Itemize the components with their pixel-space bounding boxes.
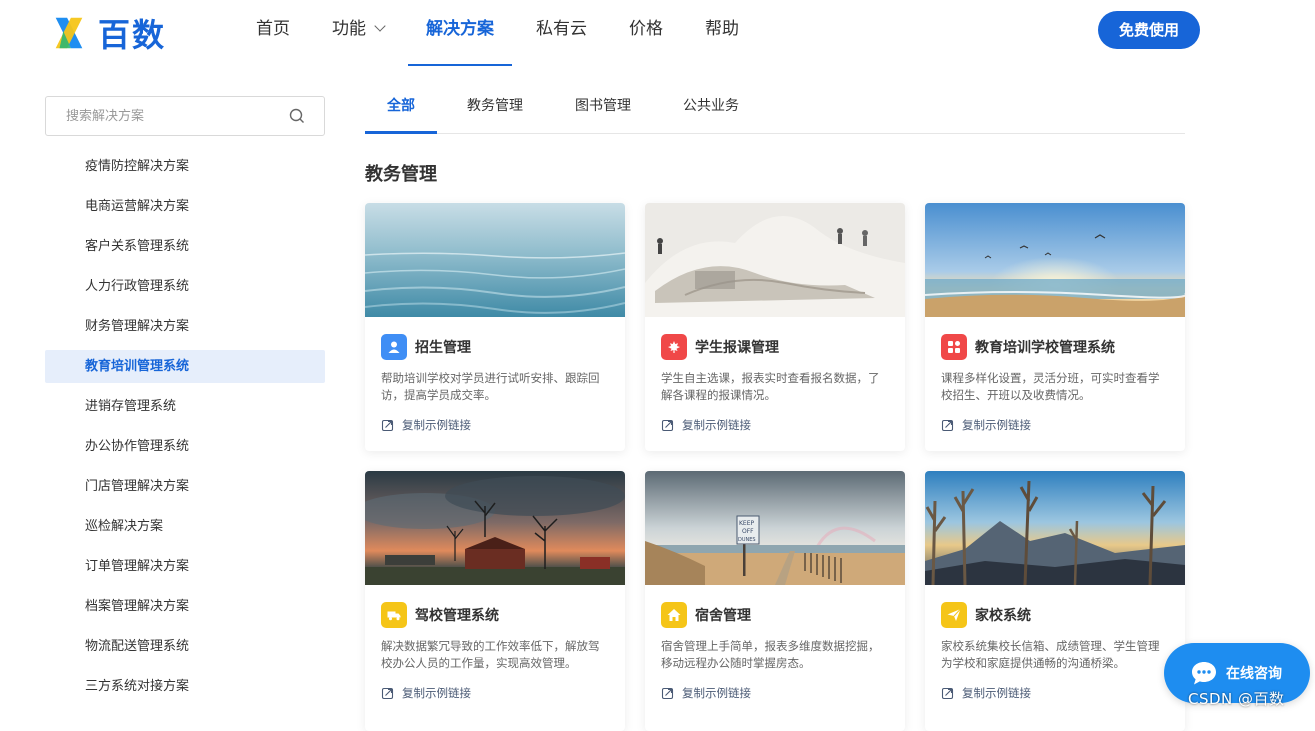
solution-list: 疫情防控解决方案 电商运营解决方案 客户关系管理系统 人力行政管理系统 财务管理… <box>45 150 325 710</box>
copy-link-icon <box>941 419 954 432</box>
card-image <box>365 203 625 317</box>
copy-link-label: 复制示例链接 <box>682 686 751 700</box>
nav-features[interactable]: 功能 <box>314 0 402 66</box>
sidebar-item[interactable]: 人力行政管理系统 <box>45 270 325 303</box>
watermark: CSDN @百数 <box>1188 690 1285 708</box>
copy-link-button[interactable]: 复制示例链接 <box>381 685 609 701</box>
sidebar-item[interactable]: 疫情防控解决方案 <box>45 150 325 183</box>
card-title: 学生报课管理 <box>695 340 779 356</box>
maple-leaf-icon <box>661 334 687 360</box>
copy-link-button[interactable]: 复制示例链接 <box>661 685 889 701</box>
sidebar-item[interactable]: 物流配送管理系统 <box>45 630 325 663</box>
sidebar-item[interactable]: 门店管理解决方案 <box>45 470 325 503</box>
search-icon[interactable] <box>289 108 305 124</box>
nav-label: 解决方案 <box>426 19 494 39</box>
sidebar-item[interactable]: 订单管理解决方案 <box>45 550 325 583</box>
nav-label: 价格 <box>629 19 663 39</box>
card-image <box>645 203 905 317</box>
chevron-down-icon <box>374 20 386 32</box>
sidebar-item[interactable]: 电商运营解决方案 <box>45 190 325 223</box>
svg-text:KEEP: KEEP <box>739 520 755 527</box>
nav-solutions[interactable]: 解决方案 <box>408 0 512 66</box>
card-image <box>925 471 1185 585</box>
card-image: KEEP OFF DUNES <box>645 471 905 585</box>
copy-link-icon <box>381 687 394 700</box>
nav-home[interactable]: 首页 <box>238 0 308 66</box>
copy-link-icon <box>661 687 674 700</box>
sidebar-item[interactable]: 档案管理解决方案 <box>45 590 325 623</box>
card-image <box>365 471 625 585</box>
copy-link-button[interactable]: 复制示例链接 <box>381 417 609 433</box>
tab-all[interactable]: 全部 <box>365 86 437 134</box>
nav-label: 功能 <box>332 19 366 39</box>
nav-private-cloud[interactable]: 私有云 <box>518 0 605 66</box>
copy-link-label: 复制示例链接 <box>682 418 751 432</box>
nav-label: 私有云 <box>536 19 587 39</box>
card-title: 招生管理 <box>415 340 471 356</box>
truck-icon <box>381 602 407 628</box>
card-description: 课程多样化设置，灵活分班，可实时查看学校招生、开班以及收费情况。 <box>941 371 1160 402</box>
tab-public[interactable]: 公共业务 <box>661 86 761 133</box>
solution-search <box>45 96 325 136</box>
chat-bubble-icon <box>1192 662 1216 685</box>
sidebar-item[interactable]: 巡检解决方案 <box>45 510 325 543</box>
tab-academic[interactable]: 教务管理 <box>445 86 545 133</box>
card-image <box>925 203 1185 317</box>
sidebar-item-active[interactable]: 教育培训管理系统 <box>45 350 325 383</box>
logo-text: 百数 <box>98 16 167 54</box>
top-navbar: 百数 首页 功能 解决方案 私有云 价格 帮助 免费使用 <box>0 0 1315 66</box>
copy-link-label: 复制示例链接 <box>962 418 1031 432</box>
home-icon <box>661 602 687 628</box>
sidebar-item[interactable]: 客户关系管理系统 <box>45 230 325 263</box>
category-tabs: 全部 教务管理 图书管理 公共业务 <box>365 86 1185 134</box>
solution-card[interactable]: 招生管理 帮助培训学校对学员进行试听安排、跟踪回访，提高学员成交率。 复制示例链… <box>365 203 625 451</box>
svg-text:DUNES: DUNES <box>738 537 756 543</box>
card-description: 家校系统集校长信箱、成绩管理、学生管理为学校和家庭提供通畅的沟通桥梁。 <box>941 639 1160 670</box>
copy-link-label: 复制示例链接 <box>402 686 471 700</box>
person-icon <box>381 334 407 360</box>
search-input[interactable] <box>66 97 286 135</box>
sidebar-item[interactable]: 财务管理解决方案 <box>45 310 325 343</box>
solution-card[interactable]: KEEP OFF DUNES 宿舍管理 宿舍管理上手简单，报表多维度数据挖掘，移… <box>645 471 905 731</box>
tab-library[interactable]: 图书管理 <box>553 86 653 133</box>
sidebar-item[interactable]: 三方系统对接方案 <box>45 670 325 703</box>
copy-link-icon <box>941 687 954 700</box>
copy-link-label: 复制示例链接 <box>402 418 471 432</box>
main-nav: 首页 功能 解决方案 私有云 价格 帮助 <box>238 0 763 66</box>
paper-plane-icon <box>941 602 967 628</box>
logo-icon <box>55 17 83 49</box>
nav-label: 帮助 <box>705 19 739 39</box>
card-title: 宿舍管理 <box>695 608 751 624</box>
copy-link-button[interactable]: 复制示例链接 <box>661 417 889 433</box>
nav-help[interactable]: 帮助 <box>687 0 757 66</box>
card-title: 驾校管理系统 <box>415 608 499 624</box>
card-title: 家校系统 <box>975 608 1031 624</box>
copy-link-icon <box>661 419 674 432</box>
nav-pricing[interactable]: 价格 <box>611 0 681 66</box>
chat-label: 在线咨询 <box>1226 666 1282 682</box>
copy-link-icon <box>381 419 394 432</box>
card-description: 帮助培训学校对学员进行试听安排、跟踪回访，提高学员成交率。 <box>381 371 600 402</box>
copy-link-button[interactable]: 复制示例链接 <box>941 685 1169 701</box>
sidebar-item[interactable]: 办公协作管理系统 <box>45 430 325 463</box>
section-title: 教务管理 <box>365 164 437 185</box>
copy-link-button[interactable]: 复制示例链接 <box>941 417 1169 433</box>
grid-icon <box>941 334 967 360</box>
solution-card[interactable]: 家校系统 家校系统集校长信箱、成绩管理、学生管理为学校和家庭提供通畅的沟通桥梁。… <box>925 471 1185 731</box>
sidebar-item[interactable]: 进销存管理系统 <box>45 390 325 423</box>
logo[interactable]: 百数 <box>50 10 166 56</box>
solution-card[interactable]: 驾校管理系统 解决数据繁冗导致的工作效率低下，解放驾校办公人员的工作量，实现高效… <box>365 471 625 731</box>
free-trial-button[interactable]: 免费使用 <box>1098 11 1200 49</box>
card-description: 学生自主选课，报表实时查看报名数据，了解各课程的报课情况。 <box>661 371 880 402</box>
card-description: 宿舍管理上手简单，报表多维度数据挖掘，移动远程办公随时掌握房态。 <box>661 639 880 670</box>
svg-text:OFF: OFF <box>742 528 754 535</box>
copy-link-label: 复制示例链接 <box>962 686 1031 700</box>
nav-label: 首页 <box>256 19 290 39</box>
solution-card[interactable]: 教育培训学校管理系统 课程多样化设置，灵活分班，可实时查看学校招生、开班以及收费… <box>925 203 1185 451</box>
solution-card[interactable]: 学生报课管理 学生自主选课，报表实时查看报名数据，了解各课程的报课情况。 复制示… <box>645 203 905 451</box>
card-title: 教育培训学校管理系统 <box>975 340 1115 356</box>
card-description: 解决数据繁冗导致的工作效率低下，解放驾校办公人员的工作量，实现高效管理。 <box>381 639 600 670</box>
